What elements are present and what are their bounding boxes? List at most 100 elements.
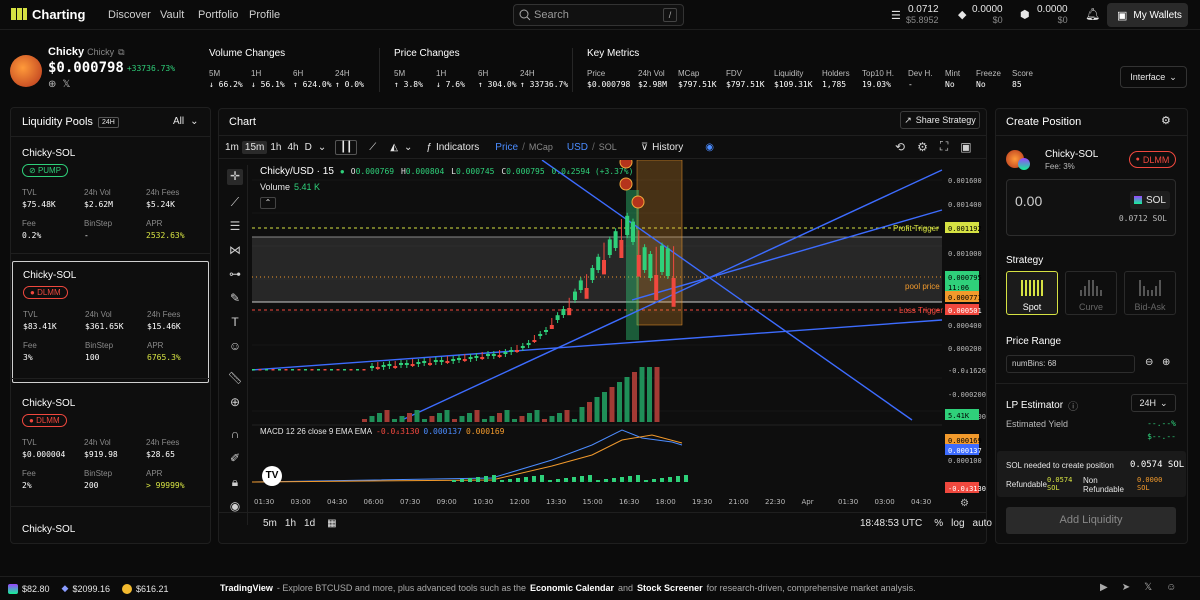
trendline-icon[interactable]: ⟋ bbox=[227, 195, 243, 211]
magnet-icon[interactable]: ∩ bbox=[227, 427, 243, 443]
economic-calendar-link[interactable]: Economic Calendar bbox=[530, 583, 614, 593]
history-button[interactable]: History bbox=[652, 142, 683, 153]
logo-icon bbox=[11, 8, 27, 20]
pattern-icon[interactable]: ⋈ bbox=[227, 243, 243, 259]
nav-profile[interactable]: Profile bbox=[249, 9, 280, 21]
my-wallets-button[interactable]: ▣ My Wallets bbox=[1107, 3, 1188, 27]
settings-icon[interactable]: ⚙ bbox=[917, 140, 928, 154]
metric-value: No bbox=[945, 80, 955, 89]
globe-icon[interactable]: ⊕ bbox=[48, 79, 56, 90]
lock-icon[interactable]: 🔒︎ bbox=[227, 475, 243, 491]
pool-card[interactable]: Chicky-SOL ● DLMM TVL $83.41K 24h Vol $361.65… bbox=[12, 261, 209, 383]
percent-toggle[interactable]: % bbox=[934, 518, 943, 529]
fullscreen-icon[interactable]: ⛶ bbox=[940, 139, 948, 154]
create-position-title: Create Position bbox=[1006, 116, 1082, 128]
stock-screener-link[interactable]: Stock Screener bbox=[637, 583, 703, 593]
chart-title: Chart bbox=[229, 116, 256, 128]
volume-bar bbox=[632, 372, 637, 422]
chevron-down-icon[interactable]: ⌄ bbox=[315, 142, 329, 153]
chevron-down-icon[interactable]: ⌄ bbox=[404, 142, 412, 153]
pool-stat-value: $919.98 bbox=[84, 450, 118, 459]
zoom-out-icon[interactable]: ⊖ bbox=[1145, 357, 1153, 368]
pool-card[interactable]: Chicky-SOL ● DLMM TVL $0.000004 24h Vol $919.… bbox=[12, 390, 209, 512]
youtube-icon[interactable]: ▶ bbox=[1100, 582, 1108, 593]
nav-portfolio[interactable]: Portfolio bbox=[198, 9, 238, 21]
x-social-icon[interactable]: 𝕏 bbox=[1144, 582, 1152, 593]
sol-toggle[interactable]: SOL bbox=[599, 142, 617, 152]
area-chart-icon[interactable]: ◭ bbox=[390, 142, 398, 153]
eye-icon[interactable]: ◉ bbox=[705, 142, 714, 153]
pencil-lock-icon[interactable]: ✐ bbox=[227, 451, 243, 467]
numbins-input[interactable]: numBins: 68 bbox=[1006, 355, 1135, 373]
usd-toggle[interactable]: USD bbox=[567, 142, 588, 153]
candle bbox=[515, 350, 519, 352]
volume-bar bbox=[602, 392, 607, 422]
token-change: +33736.73% bbox=[126, 63, 176, 73]
copy-icon[interactable]: ⧉ bbox=[118, 47, 124, 58]
interval-d[interactable]: D bbox=[302, 142, 315, 153]
tradingview-logo[interactable]: TV bbox=[262, 466, 282, 486]
volume-bar bbox=[362, 419, 367, 422]
fib-icon[interactable]: ☰ bbox=[227, 219, 243, 235]
period-dropdown[interactable]: 24H ⌄ bbox=[1131, 394, 1176, 412]
pool-card[interactable]: Chicky-SOL ⊘ PUMP TVL $75.48K 24h Vol $2.62M 2… bbox=[12, 140, 209, 262]
crosshair-icon[interactable]: ✛ bbox=[227, 169, 243, 185]
text-icon[interactable]: T bbox=[227, 315, 243, 331]
price-chart[interactable]: 0.001600 0.001400 0.001192 0.001000 0.000795… bbox=[252, 160, 986, 512]
replay-icon[interactable]: ⟲ bbox=[895, 140, 905, 154]
forecast-icon[interactable]: ⊶ bbox=[227, 267, 243, 283]
pool-card[interactable]: Chicky-SOL bbox=[12, 516, 209, 542]
candle bbox=[491, 354, 496, 356]
camera-icon[interactable]: ▣ bbox=[960, 140, 971, 154]
interval-1h[interactable]: 1h bbox=[267, 142, 284, 153]
candle bbox=[362, 369, 366, 371]
amount-input[interactable]: 0.00 SOL 0.0712 SOL bbox=[1006, 179, 1176, 236]
ruler-icon[interactable]: 📏︎ bbox=[227, 371, 243, 387]
interval-1m[interactable]: 1m bbox=[222, 142, 242, 153]
line-chart-icon[interactable]: ⟋ bbox=[369, 142, 376, 153]
strategy-bid-ask[interactable]: Bid-Ask bbox=[1124, 271, 1176, 315]
search-input[interactable]: Search / bbox=[513, 4, 684, 26]
emoji-icon[interactable]: ☺ bbox=[227, 339, 243, 355]
price-toggle[interactable]: Price bbox=[495, 142, 518, 153]
calendar-icon[interactable]: ▦ bbox=[327, 518, 336, 529]
candle bbox=[336, 369, 340, 371]
share-strategy-button[interactable]: ↗ Share Strategy bbox=[900, 111, 980, 129]
volume-bar bbox=[452, 419, 457, 422]
tradingview-brand[interactable]: TradingView bbox=[220, 583, 273, 593]
strategy-spot[interactable]: Spot bbox=[1006, 271, 1058, 315]
log-toggle[interactable]: log bbox=[951, 518, 964, 529]
range-5m[interactable]: 5m bbox=[263, 518, 277, 529]
strategy-title: Strategy bbox=[1006, 255, 1044, 266]
pool-stat-value: - bbox=[84, 231, 89, 240]
auto-toggle[interactable]: auto bbox=[973, 518, 992, 529]
brush-icon[interactable]: ✎ bbox=[227, 291, 243, 307]
token-select[interactable]: SOL bbox=[1130, 191, 1170, 209]
gear-icon[interactable]: ⚙ bbox=[1161, 114, 1171, 127]
discord-icon[interactable]: ☺ bbox=[1166, 582, 1176, 593]
collapse-legend-button[interactable]: ⌃ bbox=[260, 197, 276, 209]
telegram-icon[interactable]: ➤ bbox=[1122, 582, 1130, 593]
interval-15m[interactable]: 15m bbox=[241, 140, 268, 154]
nav-vault[interactable]: Vault bbox=[160, 9, 184, 21]
add-liquidity-button[interactable]: Add Liquidity bbox=[1006, 507, 1176, 534]
strategy-curve[interactable]: Curve bbox=[1065, 271, 1117, 315]
nav-discover[interactable]: Discover bbox=[108, 9, 151, 21]
brand[interactable]: Charting bbox=[10, 6, 85, 22]
candles-icon[interactable]: ┃┃ bbox=[335, 139, 358, 155]
zoom-icon[interactable]: ⊕ bbox=[227, 395, 243, 411]
sol-needed-value: 0.0574 SOL bbox=[1130, 460, 1185, 470]
indicators-button[interactable]: Indicators bbox=[436, 142, 479, 153]
range-1d[interactable]: 1d bbox=[304, 518, 315, 529]
chart-legend: Chicky/USD · 15 ● O0.000769 H0.000804 L0… bbox=[260, 166, 633, 177]
x-social-icon[interactable]: 𝕏 bbox=[62, 79, 70, 90]
mcap-toggle[interactable]: MCap bbox=[529, 142, 553, 152]
bell-icon[interactable]: 🔔︎ bbox=[1085, 7, 1100, 21]
zoom-in-icon[interactable]: ⊕ bbox=[1162, 357, 1170, 368]
pools-filter[interactable]: All ⌄ bbox=[173, 116, 199, 127]
interval-4h[interactable]: 4h bbox=[284, 142, 301, 153]
interface-dropdown[interactable]: Interface ⌄ bbox=[1120, 66, 1187, 88]
range-1h[interactable]: 1h bbox=[285, 518, 296, 529]
metric-label: Liquidity bbox=[774, 69, 804, 78]
drawing-toolbar: ✛ ⟋ ☰ ⋈ ⊶ ✎ T ☺ 📏︎ ⊕ ∩ ✐ 🔒︎ ◉ bbox=[222, 165, 248, 525]
